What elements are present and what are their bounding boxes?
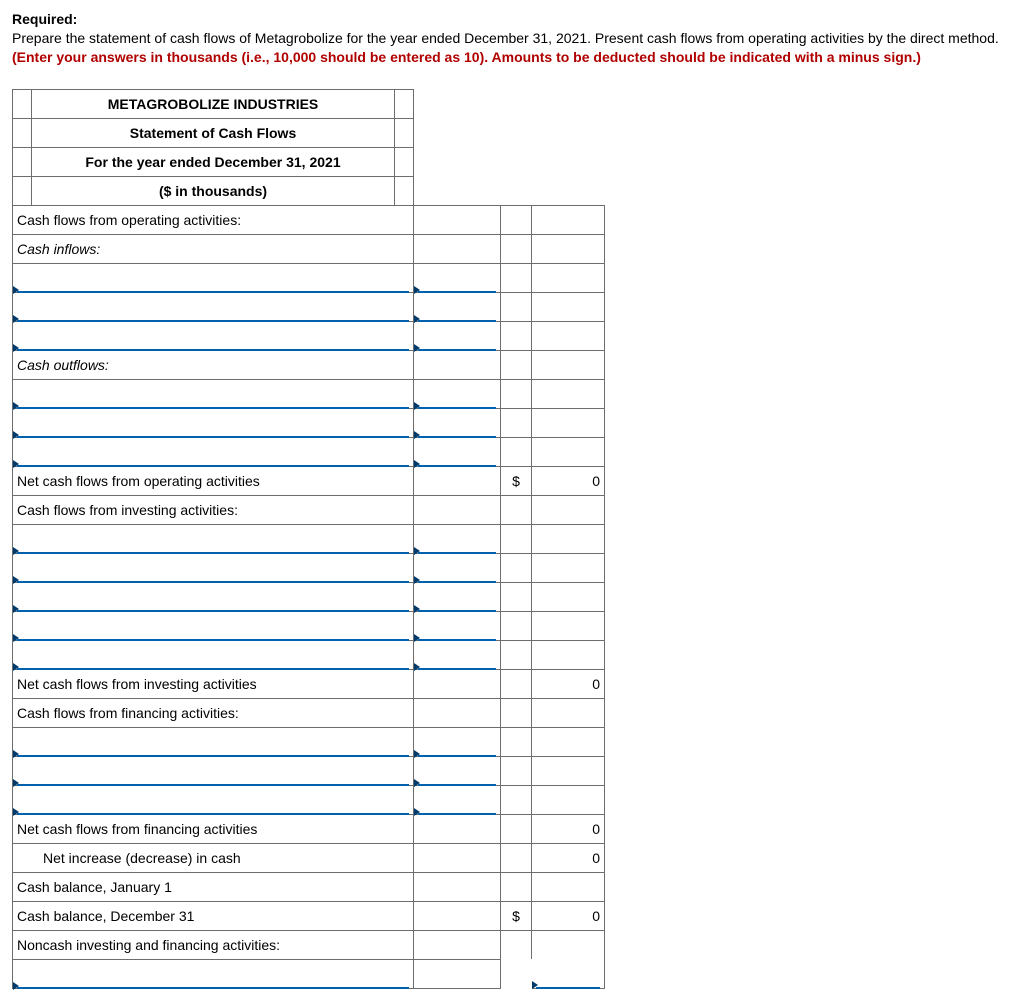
instructions: Required: Prepare the statement of cash … [12, 10, 1012, 67]
hdr-company: METAGROBOLIZE INDUSTRIES [32, 89, 395, 118]
dropdown-cell[interactable] [13, 524, 414, 553]
dropdown-cell[interactable] [414, 263, 501, 292]
input-cell[interactable] [532, 640, 605, 669]
net-cff: Net cash flows from financing activities [13, 814, 414, 843]
dropdown-cell[interactable] [13, 727, 414, 756]
dropdown-cell[interactable] [13, 437, 414, 466]
currency-symbol: $ [501, 901, 532, 930]
dropdown-cell[interactable] [414, 379, 501, 408]
input-cell[interactable] [414, 930, 501, 959]
dropdown-cell[interactable] [414, 582, 501, 611]
bal-dec31: Cash balance, December 31 [13, 901, 414, 930]
dropdown-cell[interactable] [414, 611, 501, 640]
cfo-heading: Cash flows from operating activities: [13, 205, 414, 234]
dropdown-cell[interactable] [13, 379, 414, 408]
dropdown-cell[interactable] [414, 640, 501, 669]
input-cell[interactable] [532, 727, 605, 756]
dropdown-cell[interactable] [414, 785, 501, 814]
dropdown-cell[interactable] [13, 582, 414, 611]
input-cell[interactable] [532, 611, 605, 640]
input-cell[interactable] [532, 234, 605, 263]
input-cell[interactable] [414, 234, 501, 263]
required-label: Required: [12, 11, 77, 27]
input-cell[interactable] [414, 698, 501, 727]
input-cell[interactable] [414, 205, 501, 234]
noncash-heading: Noncash investing and financing activiti… [13, 930, 414, 959]
dropdown-cell[interactable] [13, 756, 414, 785]
dropdown-cell[interactable] [13, 408, 414, 437]
input-cell[interactable] [532, 582, 605, 611]
bal-jan1: Cash balance, January 1 [13, 872, 414, 901]
cash-inflows-label: Cash inflows: [13, 234, 414, 263]
input-cell[interactable] [414, 843, 501, 872]
dropdown-cell[interactable] [414, 727, 501, 756]
dropdown-cell[interactable] [414, 553, 501, 582]
dropdown-cell[interactable] [13, 263, 414, 292]
input-cell[interactable] [532, 930, 605, 959]
net-change-value[interactable]: 0 [532, 843, 605, 872]
dropdown-cell[interactable] [13, 292, 414, 321]
net-change: Net increase (decrease) in cash [13, 843, 414, 872]
instruction-text: Prepare the statement of cash flows of M… [12, 30, 999, 46]
cash-outflows-label: Cash outflows: [13, 350, 414, 379]
input-cell[interactable] [532, 408, 605, 437]
net-cfi: Net cash flows from investing activities [13, 669, 414, 698]
input-cell[interactable] [532, 756, 605, 785]
input-cell[interactable] [414, 350, 501, 379]
input-cell[interactable] [532, 495, 605, 524]
dropdown-cell[interactable] [532, 959, 605, 988]
hdr-title: Statement of Cash Flows [32, 118, 395, 147]
input-cell[interactable] [532, 553, 605, 582]
hdr-units: ($ in thousands) [32, 176, 395, 205]
input-cell[interactable] [414, 495, 501, 524]
dropdown-cell[interactable] [13, 611, 414, 640]
hdr-period: For the year ended December 31, 2021 [32, 147, 395, 176]
cfi-heading: Cash flows from investing activities: [13, 495, 414, 524]
input-cell[interactable] [532, 785, 605, 814]
net-cfo: Net cash flows from operating activities [13, 466, 414, 495]
input-cell[interactable] [532, 698, 605, 727]
net-cfo-value[interactable]: 0 [532, 466, 605, 495]
dropdown-cell[interactable] [414, 756, 501, 785]
dropdown-cell[interactable] [13, 785, 414, 814]
input-cell[interactable] [532, 205, 605, 234]
dropdown-cell[interactable] [414, 408, 501, 437]
input-cell[interactable] [532, 872, 605, 901]
dropdown-cell[interactable] [13, 959, 414, 988]
cash-flow-table: METAGROBOLIZE INDUSTRIES Statement of Ca… [12, 89, 605, 989]
input-cell[interactable] [532, 321, 605, 350]
input-cell[interactable] [414, 872, 501, 901]
dropdown-cell[interactable] [13, 640, 414, 669]
input-cell[interactable] [532, 524, 605, 553]
input-cell[interactable] [414, 901, 501, 930]
input-cell[interactable] [532, 379, 605, 408]
cff-heading: Cash flows from financing activities: [13, 698, 414, 727]
input-cell[interactable] [532, 350, 605, 379]
dropdown-cell[interactable] [414, 292, 501, 321]
input-cell[interactable] [414, 959, 501, 988]
instruction-red: (Enter your answers in thousands (i.e., … [12, 49, 921, 65]
dropdown-cell[interactable] [414, 524, 501, 553]
dropdown-cell[interactable] [414, 437, 501, 466]
currency-symbol: $ [501, 466, 532, 495]
input-cell[interactable] [414, 669, 501, 698]
input-cell[interactable] [414, 814, 501, 843]
input-cell[interactable] [414, 466, 501, 495]
input-cell[interactable] [532, 437, 605, 466]
dropdown-cell[interactable] [13, 553, 414, 582]
input-cell[interactable] [532, 292, 605, 321]
net-cff-value[interactable]: 0 [532, 814, 605, 843]
dropdown-cell[interactable] [414, 321, 501, 350]
input-cell[interactable] [532, 263, 605, 292]
dropdown-cell[interactable] [13, 321, 414, 350]
bal-dec31-value[interactable]: 0 [532, 901, 605, 930]
net-cfi-value[interactable]: 0 [532, 669, 605, 698]
